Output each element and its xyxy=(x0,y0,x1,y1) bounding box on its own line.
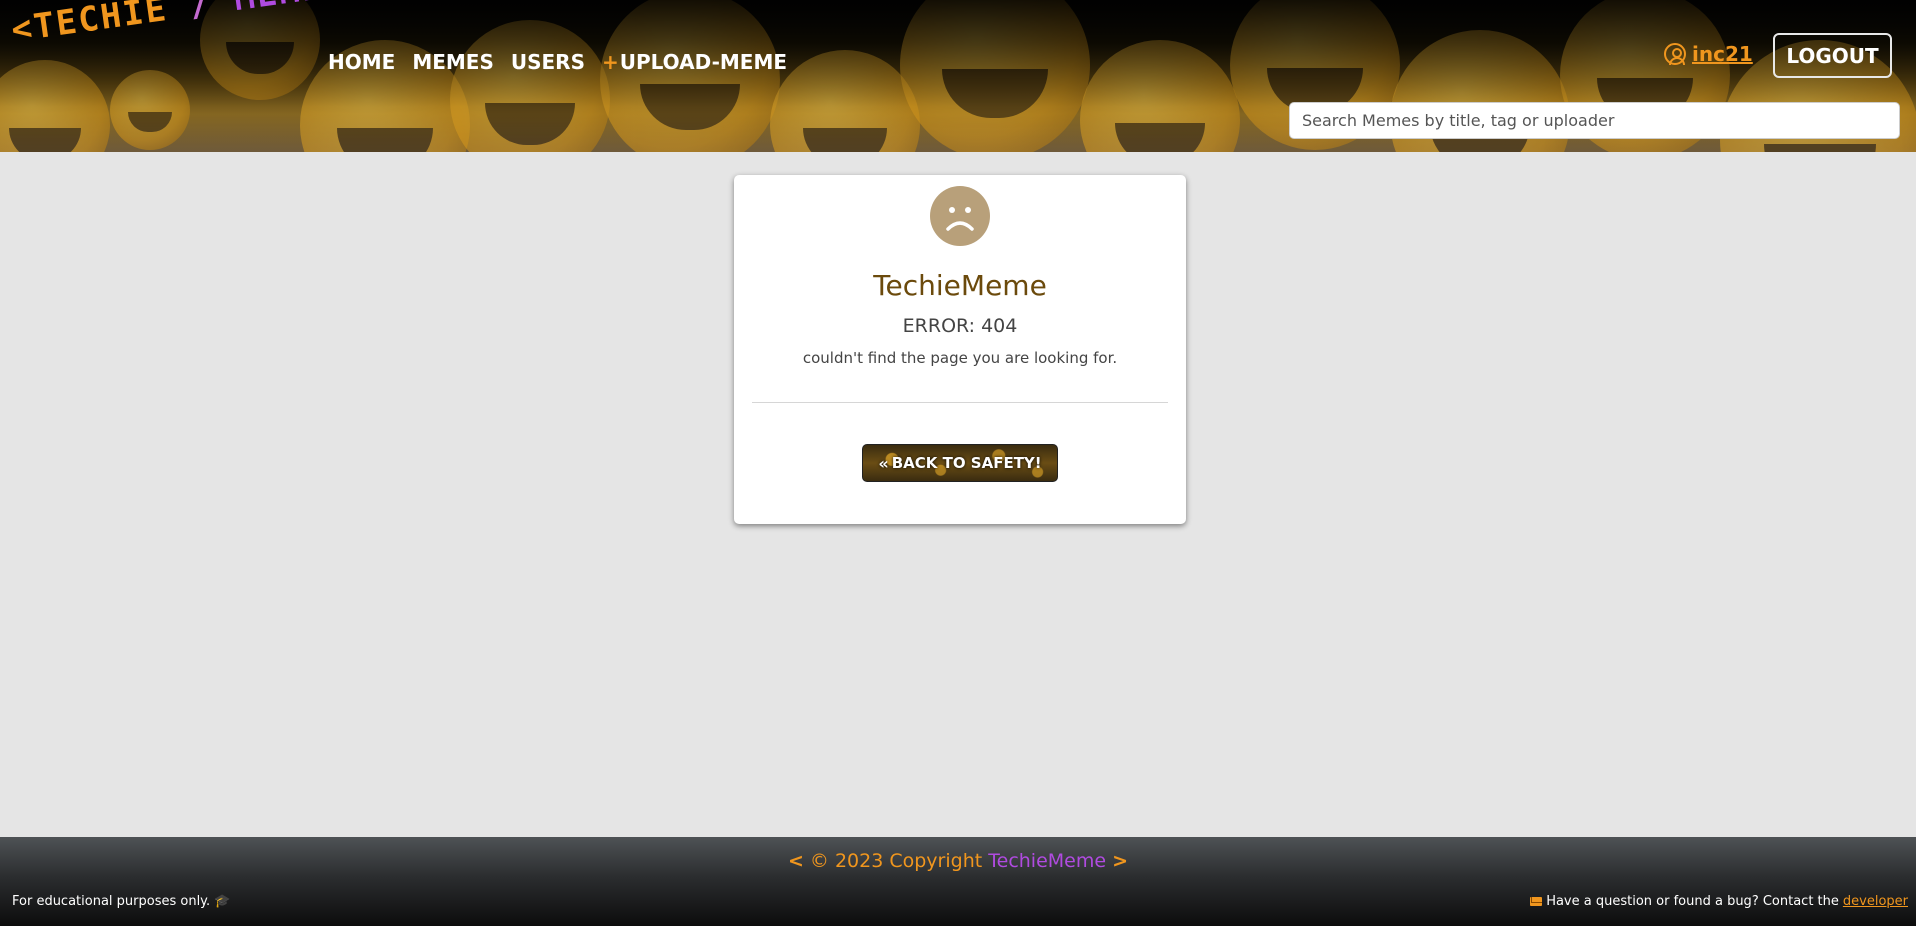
error-code: ERROR: 404 xyxy=(902,315,1018,337)
header: <TECHIE / MEME> HOME MEMES USERS +UPLOAD… xyxy=(0,0,1916,152)
contact-text: Have a question or found a bug? Contact … xyxy=(1546,894,1839,909)
nav-home[interactable]: HOME xyxy=(328,50,395,74)
nav-upload-label: UPLOAD-MEME xyxy=(619,50,788,74)
nav-memes[interactable]: MEMES xyxy=(412,50,494,74)
footer-disclaimer: For educational purposes only. 🎓 xyxy=(12,894,230,909)
developer-link[interactable]: developer xyxy=(1843,894,1908,909)
disclaimer-text: For educational purposes only. xyxy=(12,894,211,909)
footer: < © 2023 Copyright TechieMeme > For educ… xyxy=(0,837,1916,926)
divider xyxy=(752,402,1168,403)
logo-slash: / xyxy=(186,0,215,26)
copyright-text: © 2023 Copyright xyxy=(809,850,983,872)
logo-word-techie: TECHIE xyxy=(31,0,171,48)
error-card: TechieMeme ERROR: 404 couldn't find the … xyxy=(734,175,1186,524)
back-button-label: BACK TO SAFETY! xyxy=(891,454,1042,472)
plus-icon: + xyxy=(601,50,619,74)
main-nav: HOME MEMES USERS +UPLOAD-MEME xyxy=(328,50,787,74)
username: inc21 xyxy=(1692,42,1753,66)
copyright: < © 2023 Copyright TechieMeme > xyxy=(0,850,1916,872)
error-message: couldn't find the page you are looking f… xyxy=(802,349,1118,367)
error-title: TechieMeme xyxy=(873,269,1047,302)
nav-upload-meme[interactable]: +UPLOAD-MEME xyxy=(602,50,787,74)
graduation-cap-icon: 🎓 xyxy=(214,894,231,909)
chevron-left-icon: < xyxy=(787,850,804,872)
footer-contact: Have a question or found a bug? Contact … xyxy=(1530,894,1908,909)
double-chevron-left-icon: « xyxy=(878,453,888,473)
chevron-right-icon: > xyxy=(1112,850,1129,872)
sad-face-icon xyxy=(930,186,990,246)
logout-button[interactable]: LOGOUT xyxy=(1773,33,1892,78)
user-profile-link[interactable]: inc21 xyxy=(1664,42,1753,66)
back-to-safety-button[interactable]: « BACK TO SAFETY! xyxy=(862,444,1058,482)
search-input[interactable] xyxy=(1289,102,1900,139)
user-circle-icon xyxy=(1664,43,1686,65)
nav-users[interactable]: USERS xyxy=(511,50,585,74)
envelope-icon xyxy=(1530,897,1543,906)
copyright-brand: TechieMeme xyxy=(988,850,1107,872)
logo-word-meme: MEME xyxy=(231,0,326,19)
